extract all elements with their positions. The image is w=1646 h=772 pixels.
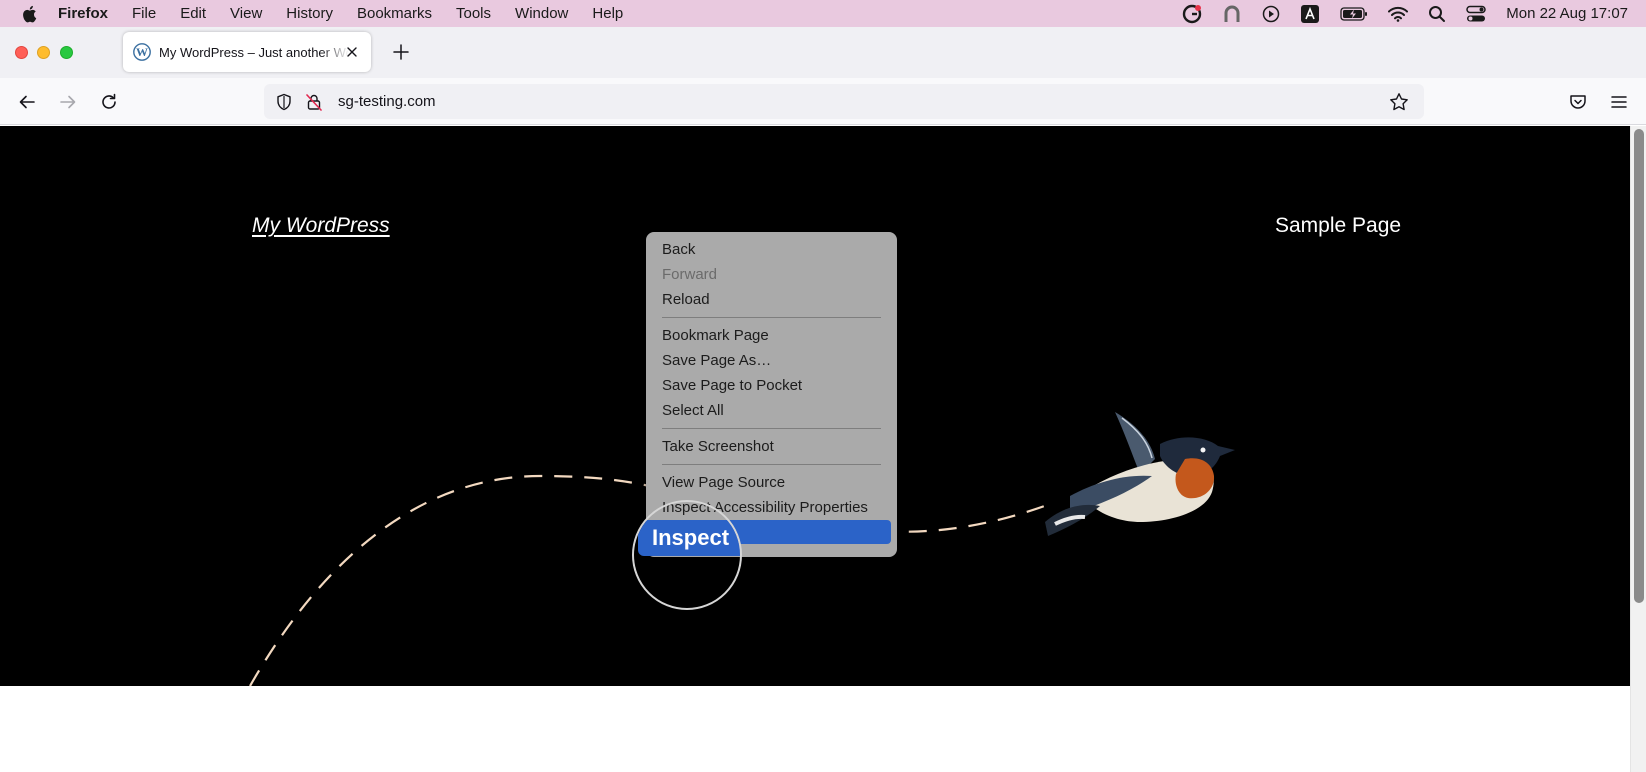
page-below-hero [0, 686, 1630, 772]
control-center-icon[interactable] [1466, 5, 1486, 23]
tab-strip: W My WordPress – Just another WordPress … [0, 27, 1646, 78]
context-menu-select-all[interactable]: Select All [646, 398, 897, 423]
tab-title: My WordPress – Just another WordPress si… [159, 44, 349, 60]
reload-button[interactable] [96, 89, 122, 115]
input-source-icon[interactable] [1300, 4, 1320, 24]
forward-button[interactable] [55, 89, 81, 115]
context-menu-bookmark-page[interactable]: Bookmark Page [646, 323, 897, 348]
new-tab-button[interactable] [390, 41, 412, 63]
context-menu-forward: Forward [662, 266, 718, 283]
wifi-icon[interactable] [1388, 6, 1409, 22]
apple-icon[interactable] [14, 5, 44, 23]
minimize-window-button[interactable] [37, 46, 50, 59]
macos-menu-bar: Firefox File Edit View History Bookmarks… [0, 0, 1646, 27]
scrollbar-thumb[interactable] [1634, 129, 1644, 603]
spotlight-search-icon[interactable] [1428, 5, 1446, 23]
page-scrollbar[interactable] [1630, 126, 1646, 772]
app-menu-hamburger-icon[interactable] [1606, 89, 1632, 115]
menu-separator [662, 428, 881, 429]
close-icon[interactable] [343, 43, 361, 61]
context-menu-take-screenshot[interactable]: Take Screenshot [646, 434, 897, 459]
tab-my-wordpress[interactable]: W My WordPress – Just another WordPress … [123, 32, 371, 72]
play-icon[interactable] [1262, 5, 1280, 23]
zoom-window-button[interactable] [60, 46, 73, 59]
url-text[interactable]: sg-testing.com [338, 93, 436, 110]
menu-separator [662, 317, 881, 318]
menubar-clock[interactable]: Mon 22 Aug 17:07 [1506, 5, 1628, 22]
address-bar[interactable]: sg-testing.com [264, 84, 1424, 119]
bird-illustration [1045, 412, 1235, 536]
close-window-button[interactable] [15, 46, 28, 59]
context-menu-view-page-source[interactable]: View Page Source [646, 470, 897, 495]
pocket-icon[interactable] [1565, 89, 1591, 115]
click-magnifier-overlay: Inspect [632, 500, 742, 610]
site-title-link[interactable]: My WordPress [252, 214, 390, 238]
context-menu-save-to-pocket[interactable]: Save Page to Pocket [646, 373, 897, 398]
tracking-protection-shield-icon[interactable] [274, 92, 294, 112]
menu-edit[interactable]: Edit [180, 5, 206, 22]
menu-window[interactable]: Window [515, 5, 568, 22]
back-button[interactable] [14, 89, 40, 115]
menu-tools[interactable]: Tools [456, 5, 491, 22]
insecure-lock-icon[interactable] [304, 92, 324, 112]
context-menu-reload[interactable]: Reload [646, 287, 897, 312]
menu-separator [662, 464, 881, 465]
menu-view[interactable]: View [230, 5, 262, 22]
context-menu-back[interactable]: Back [646, 237, 897, 262]
grammarly-icon[interactable] [1182, 4, 1202, 24]
menu-help[interactable]: Help [592, 5, 623, 22]
menu-bookmarks[interactable]: Bookmarks [357, 5, 432, 22]
wordpress-icon: W [133, 43, 151, 61]
magnified-inspect-label: Inspect [638, 520, 740, 556]
context-menu-save-page-as[interactable]: Save Page As… [646, 348, 897, 373]
battery-icon[interactable] [1340, 6, 1368, 22]
arc-icon[interactable] [1222, 4, 1242, 24]
menu-firefox[interactable]: Firefox [58, 5, 108, 22]
menu-file[interactable]: File [132, 5, 156, 22]
svg-text:W: W [136, 45, 148, 59]
navigation-toolbar: sg-testing.com [0, 78, 1646, 125]
bookmark-star-icon[interactable] [1388, 91, 1410, 113]
status-area: Mon 22 Aug 17:07 [1182, 0, 1628, 27]
nav-link-sample-page[interactable]: Sample Page [1275, 214, 1401, 238]
menu-history[interactable]: History [286, 5, 333, 22]
